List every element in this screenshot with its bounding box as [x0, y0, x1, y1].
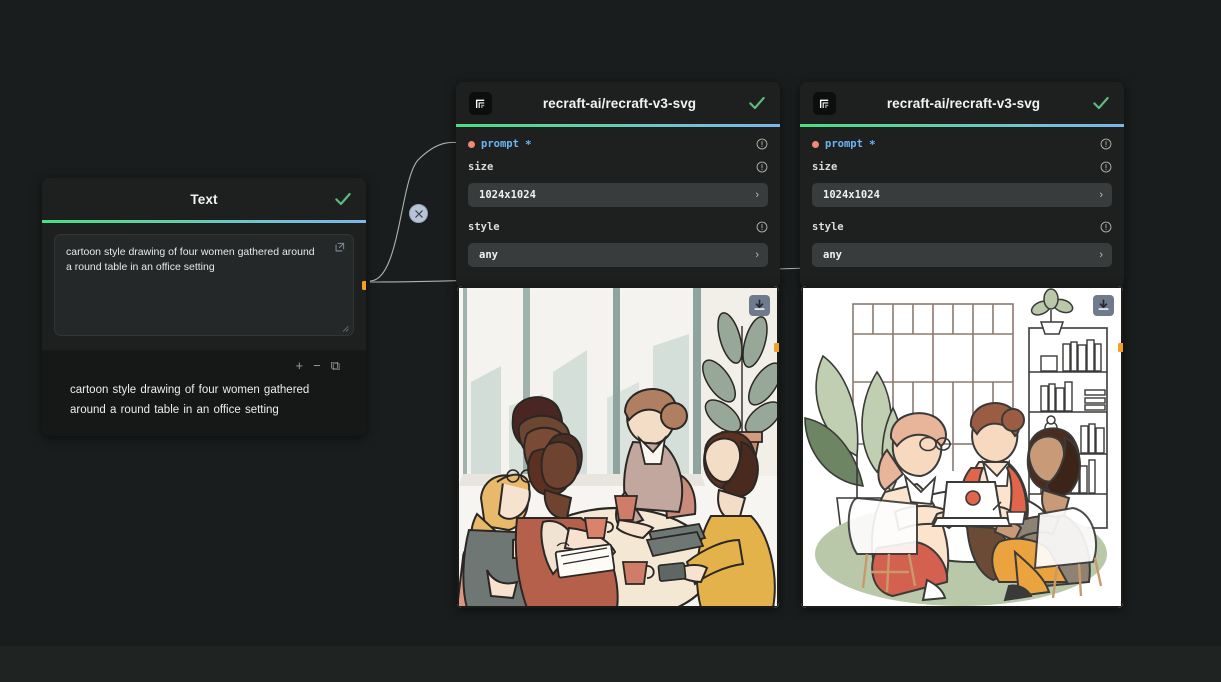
- param-label-size: size: [812, 161, 838, 173]
- required-asterisk: *: [868, 137, 876, 151]
- check-icon: [749, 96, 765, 110]
- model-node-2[interactable]: recraft-ai/recraft-v3-svg prompt * size …: [800, 82, 1124, 288]
- param-row-prompt[interactable]: prompt *: [812, 133, 1112, 156]
- model-node-1-title: recraft-ai/recraft-v3-svg: [542, 95, 697, 111]
- prompt-input-value: cartoon style drawing of four women gath…: [66, 245, 315, 273]
- recraft-logo-icon: [469, 91, 492, 115]
- size-select-value: 1024x1024: [823, 188, 880, 201]
- generated-image-card-1[interactable]: [457, 286, 779, 608]
- delete-edge-button[interactable]: [409, 204, 428, 223]
- download-icon: [754, 299, 765, 310]
- param-row-size: size: [812, 156, 1112, 179]
- info-icon[interactable]: [1100, 138, 1112, 150]
- param-row-size: size: [468, 156, 768, 179]
- model-node-2-params: prompt * size 1024x1024 › style any ›: [800, 126, 1124, 288]
- style-select-value: any: [823, 248, 842, 261]
- connection-dot-icon[interactable]: [468, 140, 475, 148]
- text-node-output-port[interactable]: [362, 281, 366, 290]
- external-link-icon[interactable]: [334, 242, 345, 253]
- canvas-bottom-band: [0, 646, 1221, 682]
- size-select[interactable]: 1024x1024 ›: [468, 182, 768, 207]
- info-icon[interactable]: [756, 161, 768, 173]
- page-title: Text: [190, 191, 218, 207]
- generated-image-2: [801, 286, 1123, 608]
- param-row-style: style: [812, 216, 1112, 239]
- workflow-canvas[interactable]: Text cartoon style drawing of four women…: [0, 0, 1221, 682]
- text-node-header: Text: [42, 178, 366, 220]
- model-node-2-title: recraft-ai/recraft-v3-svg: [886, 95, 1041, 111]
- chevron-right-icon: ›: [755, 188, 759, 201]
- param-label-style: style: [812, 221, 844, 233]
- param-label-size: size: [468, 161, 494, 173]
- style-select[interactable]: any ›: [812, 242, 1112, 267]
- download-button-1[interactable]: [749, 295, 770, 316]
- copy-button[interactable]: ⧉: [331, 359, 340, 372]
- download-button-2[interactable]: [1093, 295, 1114, 316]
- text-node[interactable]: Text cartoon style drawing of four women…: [42, 178, 366, 436]
- model-node-1-params: prompt * size 1024x1024 › style any ›: [456, 126, 780, 288]
- increase-font-button[interactable]: +: [296, 359, 304, 372]
- text-node-output: + − ⧉ cartoon style drawing of four wome…: [42, 349, 366, 436]
- info-icon[interactable]: [756, 221, 768, 233]
- style-select[interactable]: any ›: [468, 242, 768, 267]
- recraft-logo-icon: [813, 91, 836, 115]
- download-icon: [1098, 299, 1109, 310]
- check-icon: [1093, 96, 1109, 110]
- model-node-2-header: recraft-ai/recraft-v3-svg: [800, 82, 1124, 124]
- model-node-1-header: recraft-ai/recraft-v3-svg: [456, 82, 780, 124]
- generated-image-card-2[interactable]: [801, 286, 1123, 608]
- style-select-value: any: [479, 248, 498, 261]
- text-node-body: cartoon style drawing of four women gath…: [42, 222, 366, 350]
- param-row-prompt[interactable]: prompt *: [468, 133, 768, 156]
- param-label-prompt: prompt: [825, 138, 863, 150]
- param-row-style: style: [468, 216, 768, 239]
- required-asterisk: *: [524, 137, 532, 151]
- info-icon[interactable]: [1100, 221, 1112, 233]
- size-select[interactable]: 1024x1024 ›: [812, 182, 1112, 207]
- chevron-right-icon: ›: [755, 248, 759, 261]
- chevron-right-icon: ›: [1099, 188, 1103, 201]
- image-card-2-output-port[interactable]: [1118, 343, 1123, 352]
- prompt-input[interactable]: cartoon style drawing of four women gath…: [54, 233, 354, 336]
- size-select-value: 1024x1024: [479, 188, 536, 201]
- model-node-1[interactable]: recraft-ai/recraft-v3-svg prompt * size …: [456, 82, 780, 288]
- generated-image-1: [457, 286, 779, 608]
- check-icon: [335, 192, 351, 206]
- info-icon[interactable]: [1100, 161, 1112, 173]
- param-label-style: style: [468, 221, 500, 233]
- param-label-prompt: prompt: [481, 138, 519, 150]
- close-icon: [414, 209, 423, 218]
- chevron-right-icon: ›: [1099, 248, 1103, 261]
- output-text: cartoon style drawing of four women gath…: [70, 383, 310, 416]
- output-controls: + − ⧉: [56, 358, 352, 374]
- decrease-font-button[interactable]: −: [313, 359, 321, 372]
- resize-grip-icon[interactable]: [341, 324, 349, 332]
- info-icon[interactable]: [756, 138, 768, 150]
- connection-dot-icon[interactable]: [812, 140, 819, 148]
- image-card-1-output-port[interactable]: [774, 343, 779, 352]
